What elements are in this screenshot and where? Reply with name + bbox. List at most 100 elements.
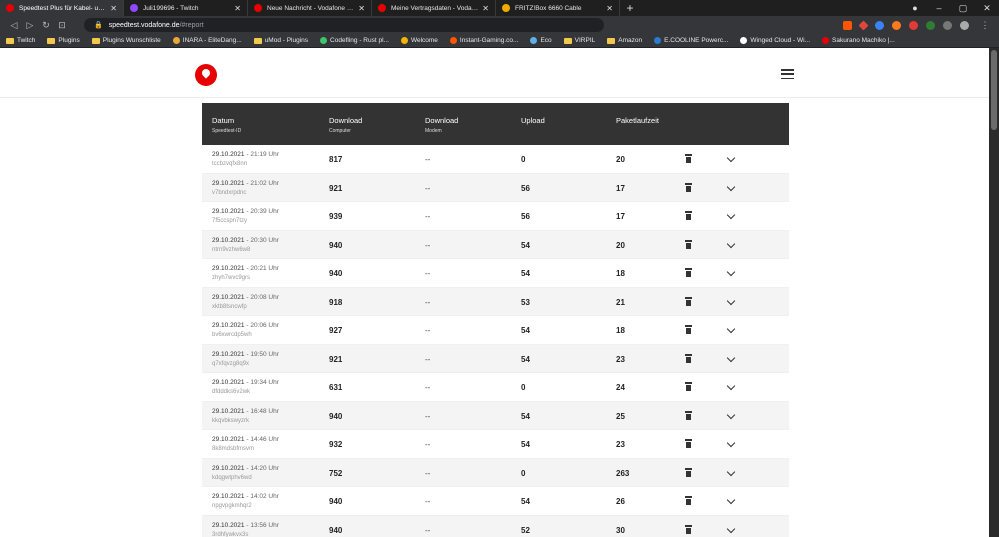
row-download-computer: 631: [329, 383, 343, 392]
bookmark-item[interactable]: Instant-Gaming.co...: [449, 37, 518, 44]
site-favicon-icon: [400, 37, 408, 44]
tab-title: Neue Nachricht - Vodafone Communit: [267, 4, 354, 12]
expand-chevron-down-icon[interactable]: [726, 410, 736, 419]
delete-trash-icon[interactable]: [685, 296, 692, 306]
tab-close-icon[interactable]: ✕: [482, 4, 489, 13]
delete-trash-icon[interactable]: [685, 268, 692, 277]
table-body: 29.10.2021 - 21:19 Uhr tccbzvqfx8nn 817 -- 0…: [202, 145, 789, 537]
bookmark-label: Plugins Wunschliste: [102, 37, 161, 44]
brave-shields-icon[interactable]: [843, 20, 852, 30]
row-date: 29.10.2021 - 14:46 Uhr: [212, 436, 279, 443]
extension-icon-3[interactable]: [909, 20, 918, 30]
browser-tab[interactable]: Speedtest Plus für Kabel- und DSL ✕: [0, 0, 124, 16]
maximize-icon[interactable]: ▢: [951, 3, 975, 14]
delete-trash-icon[interactable]: [685, 410, 692, 420]
delete-trash-icon[interactable]: [685, 496, 692, 505]
header-ping: Paketlaufzeit: [616, 116, 659, 125]
page-scrollbar[interactable]: [989, 48, 999, 537]
close-window-icon[interactable]: ✕: [975, 3, 999, 14]
row-download-computer: 918: [329, 297, 343, 307]
expand-chevron-down-icon[interactable]: [726, 467, 736, 476]
delete-trash-icon[interactable]: [685, 439, 692, 448]
row-upload: 0: [521, 155, 526, 164]
extension-icon-1[interactable]: [875, 20, 884, 30]
delete-trash-icon[interactable]: [685, 382, 692, 391]
bookmark-item[interactable]: E.COOLINE Powerc...: [654, 37, 728, 44]
browser-tab[interactable]: Juli199696 - Twitch ✕: [124, 0, 248, 16]
bookmark-item[interactable]: uMod - Plugins: [253, 37, 308, 44]
forward-icon[interactable]: ▷: [22, 20, 38, 31]
table-row: 29.10.2021 - 19:34 Uhr dfdddks6v2wk 631 -- 0…: [202, 373, 789, 402]
expand-chevron-down-icon[interactable]: [726, 210, 736, 220]
bookmark-item[interactable]: Amazon: [607, 37, 642, 44]
expand-chevron-down-icon[interactable]: [726, 381, 736, 391]
bookmark-item[interactable]: Welcome: [400, 37, 438, 44]
minimize-icon[interactable]: –: [927, 3, 951, 13]
row-date: 29.10.2021 - 20:39 Uhr: [212, 208, 279, 215]
expand-chevron-down-icon[interactable]: [726, 524, 736, 533]
menu-dots-icon[interactable]: ⋮: [977, 20, 993, 31]
row-speedtest-id: kkqvbkswyzrk: [212, 417, 250, 424]
tab-close-icon[interactable]: ✕: [358, 4, 365, 13]
extensions-puzzle-icon[interactable]: [943, 20, 952, 30]
delete-trash-icon[interactable]: [685, 182, 692, 192]
expand-chevron-down-icon[interactable]: [726, 495, 736, 505]
row-upload: 54: [521, 354, 530, 364]
bookmark-item[interactable]: Plugins: [47, 37, 80, 44]
browser-tab[interactable]: FRITZ!Box 6660 Cable ✕: [496, 0, 620, 16]
expand-chevron-down-icon[interactable]: [726, 324, 736, 334]
extension-icon-2[interactable]: [892, 20, 901, 30]
address-bar[interactable]: 🔒 speedtest.vodafone.de/#report: [84, 18, 604, 32]
expand-chevron-down-icon[interactable]: [726, 182, 736, 191]
row-date: 29.10.2021 - 21:02 Uhr: [212, 179, 279, 187]
delete-trash-icon[interactable]: [685, 467, 692, 477]
expand-chevron-down-icon[interactable]: [726, 267, 736, 277]
bookmark-item[interactable]: INARA - EliteDang...: [172, 37, 242, 44]
profile-icon[interactable]: ●: [903, 3, 927, 13]
delete-trash-icon[interactable]: [685, 239, 692, 249]
bookmark-item[interactable]: VIRPIL: [563, 37, 595, 44]
new-tab-icon[interactable]: +: [620, 0, 640, 16]
profile-avatar-icon[interactable]: [960, 20, 969, 30]
extension-icon-4[interactable]: [926, 20, 935, 30]
header-download-modem: Download Modem: [425, 116, 459, 134]
row-speedtest-id: xktb8tsncwfp: [212, 303, 247, 310]
bookmark-item[interactable]: Eco: [530, 37, 552, 44]
delete-trash-icon[interactable]: [685, 353, 692, 363]
bookmark-item[interactable]: Plugins Wunschliste: [91, 37, 161, 44]
table-row: 29.10.2021 - 14:20 Uhr kdqgwtphv6wd 752 -- 0…: [202, 458, 789, 487]
bookmark-item[interactable]: Winged Cloud - Wi...: [740, 37, 810, 44]
expand-chevron-down-icon[interactable]: [726, 438, 736, 448]
bookmark-item[interactable]: Codefling - Rust pl...: [320, 37, 389, 44]
scrollbar-thumb[interactable]: [991, 50, 997, 130]
bookmark-page-icon[interactable]: ⊡: [54, 20, 70, 31]
delete-trash-icon[interactable]: [685, 211, 692, 220]
browser-tab[interactable]: Meine Vertragsdaten - Vodafone Kund ✕: [372, 0, 496, 16]
bookmark-item[interactable]: Twitch: [6, 37, 35, 44]
bookmark-item[interactable]: Sakurano Machiko |...: [822, 37, 895, 44]
hamburger-menu-icon[interactable]: [781, 69, 794, 80]
expand-chevron-down-icon[interactable]: [726, 239, 736, 248]
row-ping: 263: [616, 468, 630, 478]
delete-trash-icon[interactable]: [685, 154, 692, 163]
browser-tab[interactable]: Neue Nachricht - Vodafone Communit ✕: [248, 0, 372, 16]
row-speedtest-id: bv6xwrcdp5wh: [212, 332, 252, 338]
tab-close-icon[interactable]: ✕: [234, 4, 241, 13]
vodafone-logo-icon[interactable]: [195, 64, 217, 86]
tab-close-icon[interactable]: ✕: [606, 4, 613, 13]
site-favicon-icon: [320, 37, 328, 44]
row-download-computer: 752: [329, 468, 343, 478]
expand-chevron-down-icon[interactable]: [726, 153, 736, 163]
reload-icon[interactable]: ↻: [38, 20, 54, 31]
folder-icon: [253, 37, 262, 44]
row-ping: 21: [616, 297, 625, 307]
row-ping: 23: [616, 440, 625, 449]
tab-close-icon[interactable]: ✕: [110, 4, 117, 13]
delete-trash-icon[interactable]: [685, 325, 692, 334]
back-icon[interactable]: ◁: [6, 20, 22, 31]
row-download-computer: 940: [329, 525, 343, 535]
delete-trash-icon[interactable]: [685, 524, 692, 534]
expand-chevron-down-icon[interactable]: [726, 353, 736, 362]
expand-chevron-down-icon[interactable]: [726, 296, 736, 305]
brave-rewards-icon[interactable]: [858, 20, 869, 30]
